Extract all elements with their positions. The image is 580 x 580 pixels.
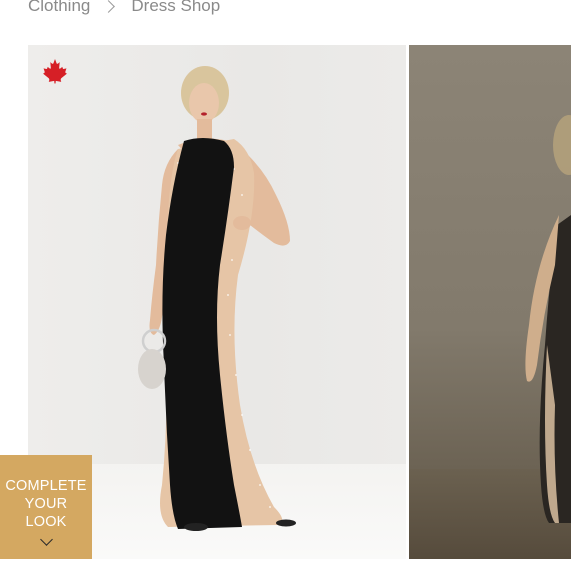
breadcrumb-link-clothing[interactable]: Clothing bbox=[28, 0, 90, 16]
cta-label-line: LOOK bbox=[25, 514, 67, 530]
cta-label-line: COMPLETE bbox=[5, 478, 87, 494]
breadcrumb-link-dress-shop[interactable]: Dress Shop bbox=[131, 0, 220, 16]
clutch-bag bbox=[138, 349, 166, 389]
product-page: Clothing Dress Shop COMPLETE YOUR LOOK bbox=[0, 0, 580, 580]
model-face bbox=[189, 83, 219, 123]
model-neck bbox=[197, 119, 212, 141]
model-lips bbox=[201, 112, 207, 116]
model-hand bbox=[233, 216, 251, 230]
complete-your-look-button[interactable]: COMPLETE YOUR LOOK bbox=[0, 455, 92, 559]
product-image-secondary[interactable] bbox=[409, 45, 571, 559]
model-secondary bbox=[525, 115, 571, 523]
breadcrumb: Clothing Dress Shop bbox=[28, 0, 220, 16]
maple-leaf-icon bbox=[43, 59, 67, 84]
chevron-down-icon bbox=[39, 533, 53, 546]
cta-label-line: YOUR bbox=[24, 496, 68, 512]
model-shoe bbox=[276, 519, 296, 527]
model-shoe bbox=[184, 523, 208, 531]
chevron-right-icon bbox=[102, 0, 116, 13]
model-hair bbox=[553, 115, 571, 175]
